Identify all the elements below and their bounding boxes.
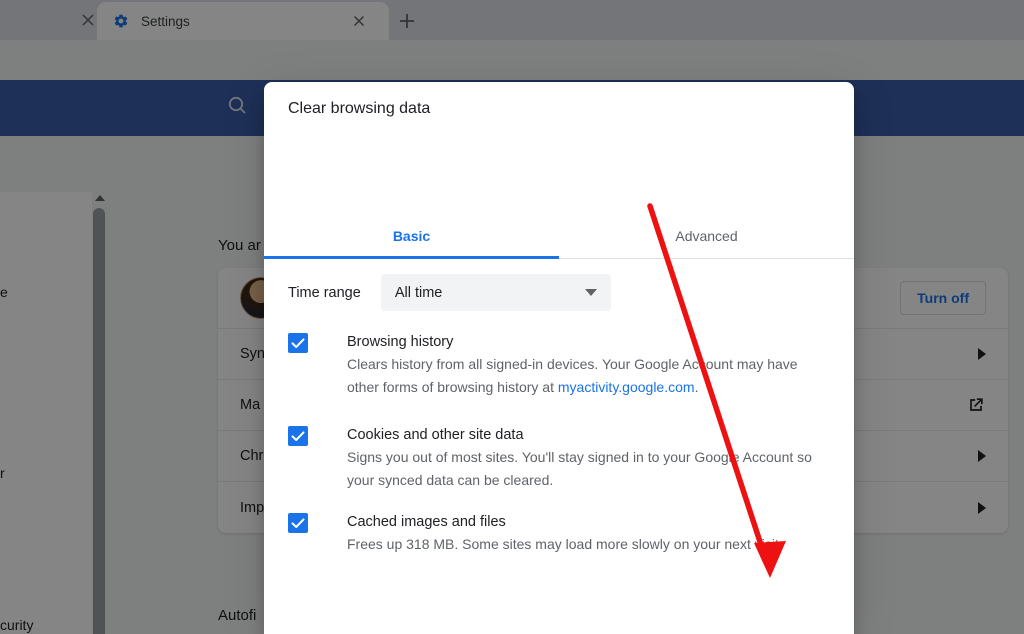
option-text: Browsing history Clears history from all… xyxy=(347,331,833,398)
myactivity-link[interactable]: myactivity.google.com xyxy=(558,379,695,395)
time-range-value: All time xyxy=(395,285,585,301)
option-title: Cookies and other site data xyxy=(347,424,833,446)
option-desc-tail: . xyxy=(695,379,699,395)
checkbox-browsing-history[interactable] xyxy=(288,333,308,353)
scrollbar-thumb[interactable] xyxy=(93,208,105,634)
option-description: Frees up 318 MB. Some sites may load mor… xyxy=(347,533,783,556)
option-description: Signs you out of most sites. You'll stay… xyxy=(347,446,833,491)
chevron-right-icon xyxy=(978,348,986,360)
option-cookies-and-site-data[interactable]: Cookies and other site data Signs you ou… xyxy=(288,424,833,491)
checkbox-cached-images-and-files[interactable] xyxy=(288,513,308,533)
tab-previous[interactable] xyxy=(0,4,90,40)
dialog-tabs: Basic Advanced xyxy=(264,213,854,259)
tab-strip: Settings xyxy=(0,0,1024,40)
tab-settings[interactable]: Settings xyxy=(97,2,389,40)
tab-advanced[interactable]: Advanced xyxy=(559,213,854,258)
option-text: Cookies and other site data Signs you ou… xyxy=(347,424,833,491)
external-link-icon xyxy=(966,395,986,415)
tab-title: Settings xyxy=(141,14,351,29)
turn-off-button[interactable]: Turn off xyxy=(900,281,986,315)
option-cached-images-and-files[interactable]: Cached images and files Frees up 318 MB.… xyxy=(288,511,833,556)
option-title: Cached images and files xyxy=(347,511,783,533)
option-title: Browsing history xyxy=(347,331,833,353)
dialog-title: Clear browsing data xyxy=(288,100,430,118)
toolbar: hrome | chrome://settings/clearBrowserDa… xyxy=(0,40,1024,80)
screen: Settings hrome | chrome://settings/clear… xyxy=(0,0,1024,634)
clear-browsing-data-dialog: Clear browsing data Basic Advanced Time … xyxy=(264,82,854,634)
option-text: Cached images and files Frees up 318 MB.… xyxy=(347,511,783,556)
option-description: Clears history from all signed-in device… xyxy=(347,353,833,398)
settings-sidebar: e r curity xyxy=(0,192,105,634)
search-icon[interactable] xyxy=(225,93,261,123)
sidebar-item-fragment-2[interactable]: r xyxy=(0,465,5,481)
time-range-select[interactable]: All time xyxy=(381,274,611,311)
sidebar-item-security[interactable]: curity xyxy=(0,617,33,633)
gear-icon xyxy=(113,13,129,29)
section-heading-you-and-chrome: You ar xyxy=(218,237,261,254)
caret-up-icon[interactable] xyxy=(95,195,105,201)
chevron-right-icon xyxy=(978,450,986,462)
new-tab-button[interactable] xyxy=(395,9,419,33)
scrollbar[interactable] xyxy=(92,192,106,634)
checkbox-cookies-and-site-data[interactable] xyxy=(288,426,308,446)
chevron-right-icon xyxy=(978,502,986,514)
time-range-row: Time range All time xyxy=(288,274,611,311)
close-icon[interactable] xyxy=(80,12,96,28)
dialog-body: Time range All time Browsing history Cle… xyxy=(264,259,854,634)
section-heading-autofill: Autofi xyxy=(218,607,256,624)
chevron-down-icon xyxy=(585,289,597,296)
option-browsing-history[interactable]: Browsing history Clears history from all… xyxy=(288,331,833,398)
sidebar-item-fragment-1[interactable]: e xyxy=(0,284,8,300)
tab-basic[interactable]: Basic xyxy=(264,213,559,258)
close-icon[interactable] xyxy=(351,13,367,29)
time-range-label: Time range xyxy=(288,285,361,301)
